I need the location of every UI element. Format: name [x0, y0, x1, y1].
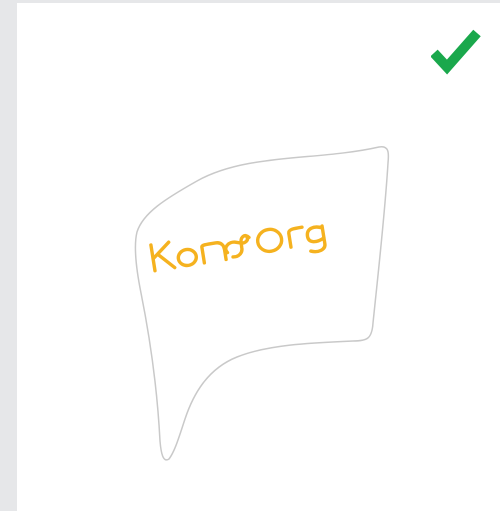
flag-option-card[interactable]	[17, 3, 500, 511]
flag-preview	[134, 145, 390, 461]
flag-outline	[134, 145, 390, 461]
